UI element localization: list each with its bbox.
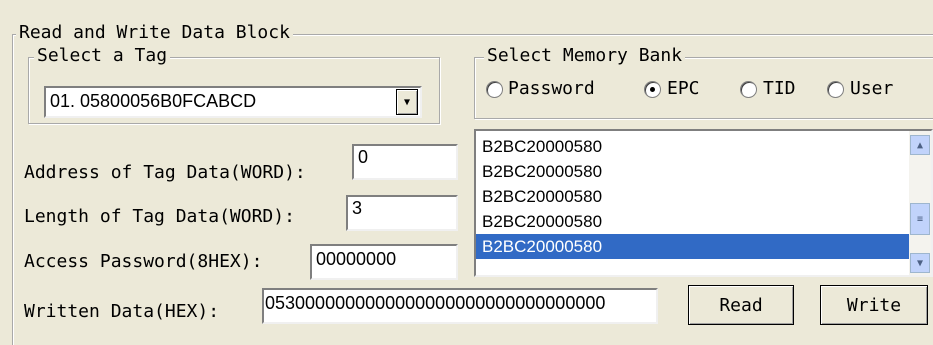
radio-password[interactable] bbox=[486, 81, 503, 98]
radio-user[interactable] bbox=[827, 81, 844, 98]
written-label: Written Data(HEX): bbox=[24, 301, 220, 322]
radio-epc-label: EPC bbox=[667, 78, 700, 99]
select-tag-legend: Select a Tag bbox=[34, 45, 171, 67]
group-title: Read and Write Data Block bbox=[16, 22, 293, 44]
length-input[interactable]: 3 bbox=[346, 195, 458, 231]
list-item[interactable]: B2BC20000580 bbox=[476, 134, 909, 159]
radio-epc[interactable] bbox=[644, 81, 661, 98]
read-button[interactable]: Read bbox=[688, 285, 794, 325]
length-label: Length of Tag Data(WORD): bbox=[24, 206, 295, 227]
chevron-down-icon: ▼ bbox=[403, 96, 411, 108]
tag-select[interactable]: 01. 05800056B0FCABCD bbox=[44, 86, 422, 118]
password-label: Access Password(8HEX): bbox=[24, 251, 263, 272]
chevron-down-icon[interactable]: ▼ bbox=[910, 253, 930, 273]
list-item-selected[interactable]: B2BC20000580 bbox=[476, 234, 909, 259]
radio-tid[interactable] bbox=[740, 81, 757, 98]
password-input[interactable]: 00000000 bbox=[310, 244, 458, 280]
data-list-items: B2BC20000580 B2BC20000580 B2BC20000580 B… bbox=[476, 134, 909, 259]
tag-select-value: 01. 05800056B0FCABCD bbox=[50, 91, 257, 111]
memory-bank-legend: Select Memory Bank bbox=[484, 45, 686, 67]
data-listbox[interactable]: B2BC20000580 B2BC20000580 B2BC20000580 B… bbox=[474, 129, 933, 277]
address-label: Address of Tag Data(WORD): bbox=[24, 162, 306, 183]
list-item[interactable]: B2BC20000580 bbox=[476, 184, 909, 209]
list-scrollbar[interactable]: ▲ ≡ ▼ bbox=[909, 131, 931, 275]
list-item[interactable]: B2BC20000580 bbox=[476, 209, 909, 234]
radio-password-label: Password bbox=[508, 78, 595, 99]
address-input[interactable]: 0 bbox=[352, 144, 458, 180]
radio-user-label: User bbox=[850, 78, 894, 99]
written-input[interactable]: 0530000000000000000000000000000000 bbox=[262, 288, 658, 324]
scroll-thumb[interactable]: ≡ bbox=[910, 203, 930, 235]
list-item[interactable]: B2BC20000580 bbox=[476, 159, 909, 184]
radio-tid-label: TID bbox=[763, 78, 796, 99]
chevron-up-icon[interactable]: ▲ bbox=[910, 135, 930, 155]
write-button[interactable]: Write bbox=[820, 285, 928, 325]
tag-dropdown-button[interactable]: ▼ bbox=[396, 89, 418, 115]
